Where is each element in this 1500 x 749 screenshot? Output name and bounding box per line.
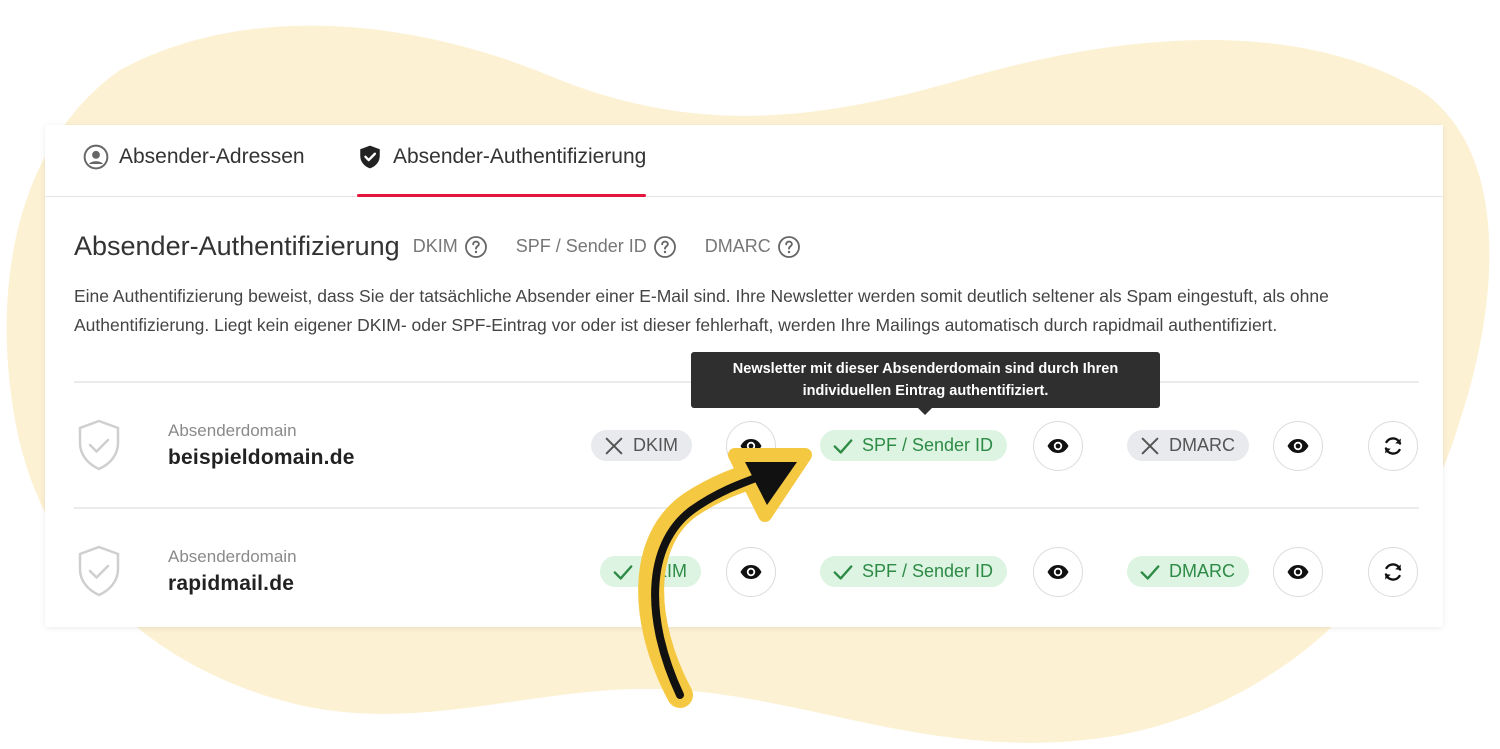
- spf-tooltip: Newsletter mit dieser Absenderdomain sin…: [691, 352, 1160, 415]
- check-icon: [833, 438, 853, 454]
- question-circle-icon: [653, 235, 676, 258]
- domain-label: Absenderdomain: [168, 547, 297, 566]
- refresh-button[interactable]: [1368, 421, 1418, 471]
- cross-icon: [605, 437, 623, 454]
- shield-outline-icon: [78, 419, 120, 471]
- tab-absender-adressen[interactable]: Absender-Adressen: [83, 143, 305, 197]
- domain-label: Absenderdomain: [168, 421, 297, 440]
- help-link-label: DMARC: [704, 236, 771, 256]
- view-dkim-button[interactable]: [726, 421, 776, 471]
- help-link-label: DKIM: [412, 236, 458, 256]
- help-link-spf[interactable]: SPF / Sender ID: [516, 235, 677, 259]
- badge-label: DMARC: [1169, 561, 1235, 581]
- section-header: Absender-Authentifizierung DKIM SPF / Se…: [74, 231, 801, 262]
- description-text: Eine Authentifizierung beweist, dass Sie…: [74, 286, 1329, 335]
- eye-icon: [1047, 565, 1069, 579]
- shield-check-icon: [360, 145, 380, 169]
- eye-icon: [1287, 565, 1309, 579]
- dkim-status-badge: DKIM: [600, 556, 701, 587]
- spf-status-badge: SPF / Sender ID: [820, 556, 1008, 587]
- tab-label: Absender-Authentifizierung: [393, 145, 647, 168]
- badge-label: DMARC: [1169, 435, 1235, 455]
- shield-outline-icon: [78, 545, 120, 597]
- refresh-button[interactable]: [1368, 547, 1418, 597]
- domain-value: rapidmail.de: [168, 572, 295, 595]
- view-dkim-button[interactable]: [726, 547, 776, 597]
- eye-icon: [1287, 439, 1309, 453]
- user-circle-icon: [83, 144, 109, 170]
- check-icon: [833, 564, 853, 580]
- view-spf-button[interactable]: [1033, 421, 1083, 471]
- spf-status-badge: SPF / Sender ID: [820, 430, 1008, 461]
- dkim-status-badge: DKIM: [591, 430, 692, 461]
- dmarc-status-badge: DMARC: [1127, 430, 1249, 461]
- refresh-icon: [1384, 563, 1402, 581]
- cross-icon: [1141, 437, 1159, 454]
- domain-row: Absenderdomain rapidmail.de DKIM SPF / S…: [45, 527, 1443, 617]
- tab-label: Absender-Adressen: [119, 145, 305, 168]
- view-dmarc-button[interactable]: [1273, 547, 1323, 597]
- badge-label: SPF / Sender ID: [862, 435, 994, 455]
- help-link-label: SPF / Sender ID: [515, 236, 647, 256]
- eye-icon: [740, 439, 762, 453]
- view-dmarc-button[interactable]: [1273, 421, 1323, 471]
- tab-absender-authentifizierung[interactable]: Absender-Authentifizierung: [357, 143, 647, 197]
- check-icon: [613, 564, 633, 580]
- domain-value: beispieldomain.de: [168, 446, 355, 469]
- question-circle-icon: [777, 235, 800, 258]
- view-spf-button[interactable]: [1033, 547, 1083, 597]
- question-circle-icon: [464, 235, 487, 258]
- help-link-dmarc[interactable]: DMARC: [705, 235, 801, 259]
- refresh-icon: [1384, 437, 1402, 455]
- dmarc-status-badge: DMARC: [1127, 556, 1249, 587]
- badge-label: SPF / Sender ID: [862, 561, 994, 581]
- eye-icon: [740, 565, 762, 579]
- help-link-dkim[interactable]: DKIM: [413, 235, 488, 259]
- row-divider: [74, 507, 1419, 509]
- check-icon: [1140, 564, 1160, 580]
- tab-bar: Absender-Adressen Absender-Authentifizie…: [45, 125, 1443, 197]
- badge-label: DKIM: [633, 435, 678, 455]
- domain-row: Absenderdomain beispieldomain.de DKIM SP…: [45, 401, 1443, 491]
- eye-icon: [1047, 439, 1069, 453]
- tooltip-line: Newsletter mit dieser Absenderdomain sin…: [732, 361, 1119, 377]
- tooltip-line: individuellen Eintrag authentifiziert.: [802, 383, 1049, 399]
- badge-label: DKIM: [642, 561, 687, 581]
- page-title: Absender-Authentifizierung: [74, 231, 400, 261]
